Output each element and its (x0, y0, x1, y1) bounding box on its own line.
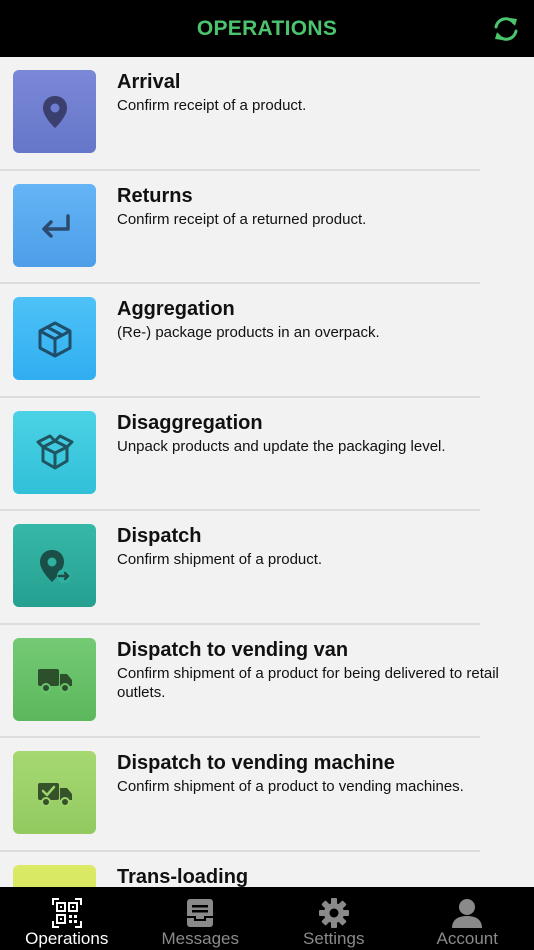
operation-description: Unpack products and update the packaging… (117, 437, 446, 455)
bottom-tab-bar: Operations Messages Settings Account (0, 887, 534, 950)
open-box-icon (36, 434, 73, 470)
person-icon (452, 899, 483, 928)
operation-item-returns[interactable]: Returns Confirm receipt of a returned pr… (0, 171, 534, 284)
operation-title: Returns (117, 184, 193, 207)
operation-tile (13, 524, 96, 607)
truck-icon (37, 669, 72, 693)
operation-item-dispatch-machine[interactable]: Dispatch to vending machine Confirm ship… (0, 738, 534, 852)
location-dispatch-icon (39, 549, 71, 583)
location-pin-icon (42, 95, 67, 128)
page-title: OPERATIONS (196, 16, 338, 40)
operation-tile (13, 183, 96, 267)
gear-icon (318, 898, 349, 928)
operation-description: Confirm shipment of a product. (117, 551, 323, 568)
operation-description: Confirm shipment of a product to vending… (117, 778, 464, 795)
tab-label: Operations (25, 929, 109, 948)
tab-settings[interactable]: Settings (267, 887, 401, 950)
operation-description: Confirm receipt of a returned product. (117, 210, 367, 228)
operation-title: Dispatch (117, 525, 202, 547)
operation-description: Confirm shipment of a product for being … (117, 664, 499, 701)
operation-item-dispatch-van[interactable]: Dispatch to vending van Confirm shipment… (0, 625, 534, 738)
operation-item-dispatch[interactable]: Dispatch Confirm shipment of a product. (0, 511, 534, 625)
refresh-icon[interactable] (492, 15, 520, 43)
operation-description: Confirm receipt of a product. (117, 97, 307, 114)
truck-check-icon (37, 782, 72, 807)
operation-title: Aggregation (117, 298, 235, 320)
operation-description: (Re-) package products in an overpack. (117, 324, 380, 341)
tab-label: Account (436, 929, 498, 948)
return-arrow-icon (41, 214, 70, 238)
operation-title: Trans-loading (117, 865, 249, 888)
top-bar: OPERATIONS (0, 0, 534, 57)
qr-code-icon (51, 898, 82, 928)
operation-title: Disaggregation (117, 411, 263, 434)
tab-label: Messages (161, 929, 239, 948)
operation-item-trans-loading[interactable]: Trans-loading (0, 852, 534, 888)
operation-tile (13, 751, 96, 834)
package-icon (38, 321, 71, 357)
app-screen: OPERATIONS Arrival Confirm receipt of a … (0, 0, 534, 950)
operation-title: Dispatch to vending machine (117, 752, 395, 774)
tab-label: Settings (303, 929, 365, 948)
operation-title: Dispatch to vending van (117, 638, 349, 661)
operation-item-disaggregation[interactable]: Disaggregation Unpack products and updat… (0, 398, 534, 511)
tab-account[interactable]: Account (401, 887, 534, 950)
operation-tile (13, 864, 96, 887)
operation-tile (13, 637, 96, 721)
operations-list: Arrival Confirm receipt of a product. Re… (0, 57, 534, 887)
operation-item-arrival[interactable]: Arrival Confirm receipt of a product. (0, 57, 534, 171)
inbox-icon (187, 899, 214, 927)
tab-messages[interactable]: Messages (134, 887, 268, 950)
operation-title: Arrival (117, 71, 181, 93)
operation-tile (13, 70, 96, 153)
tab-operations[interactable]: Operations (0, 887, 134, 950)
operation-tile (13, 410, 96, 494)
operation-item-aggregation[interactable]: Aggregation (Re-) package products in an… (0, 284, 534, 398)
operation-tile (13, 297, 96, 380)
